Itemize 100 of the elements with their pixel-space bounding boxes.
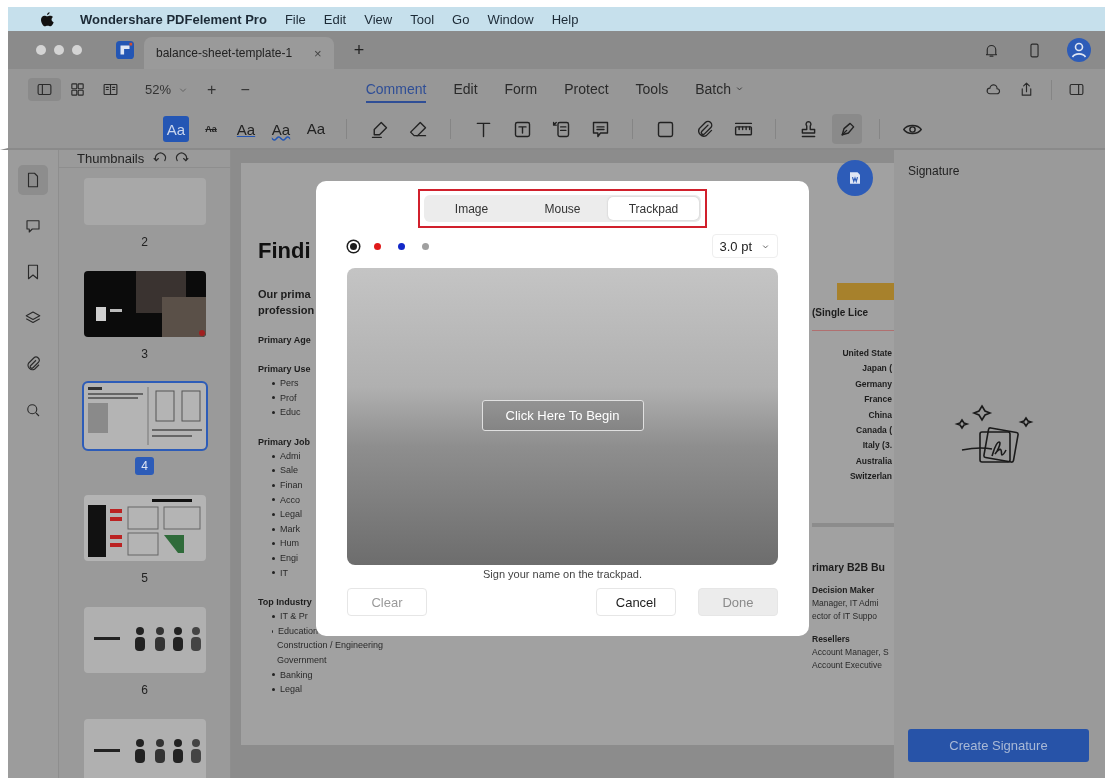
page-thumbnail[interactable]: [83, 495, 206, 561]
menu-item[interactable]: Window: [487, 11, 534, 27]
column-heading: (Single Lice: [812, 306, 870, 319]
group-title: Resellers: [812, 632, 851, 646]
bullet-icon: [272, 512, 275, 516]
document-panel-button[interactable]: [18, 165, 48, 195]
group-text: Account Executive: [812, 658, 883, 672]
list-item: Engi: [280, 551, 298, 565]
start-button[interactable]: Click Here To Begin: [481, 400, 644, 431]
page-number: 6: [140, 682, 149, 699]
list-item: Acco: [280, 493, 300, 507]
dialog-button[interactable]: Cancel: [596, 588, 676, 616]
input-mode-tab[interactable]: Mouse: [517, 197, 608, 220]
menu-item[interactable]: Go: [452, 11, 470, 27]
bullet-icon: [272, 483, 275, 487]
color-swatch[interactable]: [350, 242, 357, 250]
group-title: Decision Maker: [812, 583, 876, 597]
create-signature-button[interactable]: Create Signature: [908, 729, 1089, 762]
page-thumbnail[interactable]: [83, 607, 206, 673]
new-tab-button[interactable]: +: [353, 39, 365, 61]
page-thumbnail[interactable]: [83, 383, 206, 449]
list-item: Education: [277, 624, 318, 638]
close-tab-button[interactable]: ×: [314, 45, 322, 61]
list-item: Admi: [280, 449, 301, 463]
country-label: Japan (: [861, 362, 892, 376]
country-label: Italy (3.: [861, 439, 892, 453]
sidebar-icon[interactable]: [36, 81, 53, 98]
country-label: Australia: [854, 454, 892, 468]
two-page-icon[interactable]: [102, 81, 119, 98]
menu-item[interactable]: Edit: [323, 11, 347, 27]
mode-tab[interactable]: Form: [504, 76, 538, 103]
list-item: Government: [277, 653, 327, 667]
list-item: Mark: [280, 522, 300, 536]
color-swatch[interactable]: [374, 242, 381, 250]
list-item: IT: [280, 566, 288, 580]
intro-text: profession: [258, 303, 316, 318]
size-dropdown[interactable]: 3.0 pt: [712, 234, 778, 258]
group-text: Account Manager, S: [812, 645, 890, 659]
section-title: Primary Job: [258, 435, 312, 449]
input-mode-tab[interactable]: Image: [426, 197, 517, 220]
apple-icon[interactable]: [40, 11, 54, 27]
bullet-icon: [272, 556, 275, 560]
list-item: IT & Pr: [280, 610, 308, 624]
zoom-level[interactable]: 52%: [145, 82, 172, 97]
section-title: Top Industry: [258, 596, 313, 610]
mode-tab[interactable]: Edit: [453, 76, 478, 103]
grid-icon[interactable]: [69, 81, 86, 98]
menu-item[interactable]: File: [284, 11, 306, 27]
panel-title: Signature: [908, 164, 961, 178]
hint-text: Sign your name on the trackpad.: [483, 568, 642, 581]
bullet-icon: [272, 527, 275, 531]
section-heading: rimary B2B Bu: [812, 559, 886, 574]
underline-tool[interactable]: Aa: [233, 116, 259, 142]
mode-tab[interactable]: Protect: [564, 76, 609, 103]
country-label: France: [863, 393, 892, 407]
strikethrough-tool[interactable]: Aa: [198, 116, 224, 142]
section-title: Primary Use: [258, 363, 312, 376]
page-thumbnail[interactable]: [83, 719, 206, 778]
mode-tab[interactable]: Batch: [695, 76, 746, 103]
page-number: 5: [140, 570, 149, 587]
menu-item[interactable]: Help: [551, 11, 579, 27]
list-item: Hum: [280, 537, 299, 551]
menu-item[interactable]: Tool: [410, 11, 435, 27]
zoom-in-button[interactable]: +: [207, 80, 217, 99]
insert-text-tool[interactable]: Aa: [303, 116, 329, 142]
app-name[interactable]: Wondershare PDFelement Pro: [80, 11, 267, 27]
page-thumbnail[interactable]: [83, 271, 206, 337]
menu-item[interactable]: View: [364, 11, 393, 27]
list-item: Sale: [280, 464, 298, 478]
input-mode-tab[interactable]: Trackpad: [608, 197, 699, 220]
page-number: 2: [140, 234, 149, 251]
list-item: Finan: [280, 478, 303, 492]
intro-text: Our prima: [258, 287, 312, 302]
search-icon: [24, 401, 42, 419]
tab-title: balance-sheet-template-1: [156, 46, 293, 60]
group-text: Manager, IT Admi: [812, 596, 880, 610]
list-item: Legal: [280, 683, 303, 697]
signature-pad[interactable]: Click Here To Begin: [347, 268, 778, 565]
list-item: Pers: [280, 377, 299, 390]
pen-tool[interactable]: [832, 114, 862, 144]
list-item: Educ: [280, 406, 301, 420]
avatar-icon[interactable]: [1067, 38, 1091, 62]
bullet-icon: [272, 396, 275, 400]
highlight-text-tool[interactable]: Aa: [163, 116, 189, 142]
bullet-icon: [272, 454, 275, 458]
bullet-icon: [272, 673, 275, 677]
country-label: Germany: [854, 377, 892, 391]
color-swatch[interactable]: [398, 242, 405, 250]
bullet-icon: [272, 571, 275, 575]
list-item: Banking: [280, 668, 313, 682]
side-panel-icon[interactable]: [1068, 81, 1085, 98]
country-label: China: [867, 408, 892, 422]
color-swatch[interactable]: [422, 242, 429, 250]
list-item: Prof: [280, 391, 297, 405]
bullet-icon: [272, 614, 275, 618]
document-tab[interactable]: balance-sheet-template-1 ×: [144, 37, 334, 69]
zoom-out-button[interactable]: −: [240, 80, 250, 99]
mode-tab[interactable]: Tools: [635, 76, 669, 103]
bullet-icon: [272, 498, 275, 502]
squiggly-tool[interactable]: Aa: [268, 116, 294, 142]
